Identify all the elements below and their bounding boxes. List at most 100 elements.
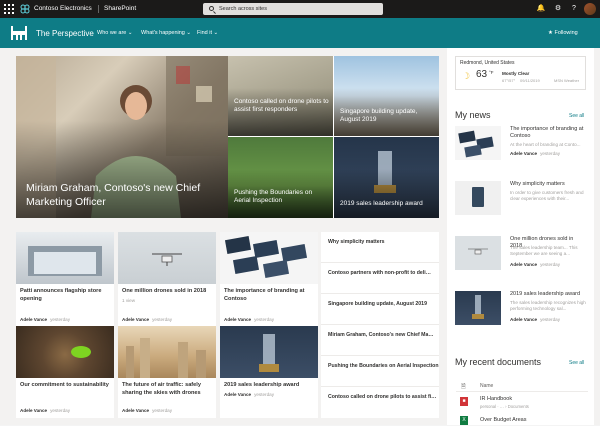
list-item[interactable]: Why simplicity matters [321, 232, 439, 263]
weather-source: MSN Weather [554, 78, 580, 83]
news-card-time: yesterday [50, 408, 70, 413]
my-news-thumb [455, 181, 501, 215]
my-news-item[interactable]: Why simplicity matters In order to give … [455, 181, 586, 229]
pdf-icon: ■ [460, 397, 468, 406]
news-card[interactable]: The importance of branding at Contoso Ad… [220, 232, 318, 326]
news-card-image [220, 232, 318, 284]
suite-divider [98, 5, 99, 13]
author-name: Adele Vance [510, 262, 538, 267]
main-area: Miriam Graham, Contoso's new Chief Marke… [0, 48, 600, 425]
hero-tile-4[interactable]: 2019 sales leadership award [334, 137, 439, 218]
list-item[interactable]: Contoso partners with non-profit to deli… [321, 263, 439, 294]
list-item[interactable]: Pushing the Boundaries on Aerial Inspect… [321, 356, 439, 387]
avatar[interactable] [584, 3, 596, 15]
author-name: Adele Vance [224, 317, 252, 322]
nav-who-we-are[interactable]: Who we are ⌄ [97, 30, 133, 36]
nav-whats-happening[interactable]: What's happening ⌄ [141, 30, 191, 36]
news-card[interactable]: The future of air traffic: safely sharin… [118, 326, 216, 418]
weather-unit: °F [489, 70, 494, 75]
hero-tile-2[interactable]: Singapore building update, August 2019 [334, 56, 439, 136]
doc-row[interactable]: X Over Budget Areas [456, 414, 588, 426]
app-launcher-icon[interactable] [4, 4, 14, 14]
news-card[interactable]: 2019 sales leadership award Adele Vance y… [220, 326, 318, 418]
hero-tile-1[interactable]: Contoso called on drone pilots to assist… [228, 56, 333, 136]
news-card-image [16, 232, 114, 284]
news-card-author: Adele Vance yesterday [224, 317, 274, 322]
my-news-item[interactable]: 2019 sales leadership award The sales le… [455, 291, 586, 339]
list-item-title: Singapore building update, August 2019 [328, 301, 427, 307]
news-card-title: The importance of branding at Contoso [224, 288, 305, 302]
hero-main-tile[interactable]: Miriam Graham, Contoso's new Chief Marke… [16, 56, 228, 218]
hero-tile-title: Contoso called on drone pilots to assist… [234, 98, 329, 114]
headlines-list: Why simplicity matters Contoso partners … [321, 232, 439, 418]
search-box[interactable]: Search across sites [203, 3, 383, 15]
doc-row[interactable]: ■ IR Handbook personal · … › Documents [456, 394, 588, 412]
recent-docs-see-all[interactable]: See all [569, 360, 584, 366]
author-name: Adele Vance [20, 317, 48, 322]
my-news-thumb [455, 291, 501, 325]
my-news-author: Adele Vance yesterday [510, 262, 560, 267]
hero-overlay [228, 56, 333, 136]
list-item-title: Contoso called on drone pilots to assist… [328, 394, 437, 400]
site-header: The Perspective Who we are ⌄ What's happ… [0, 18, 600, 48]
my-news-author: Adele Vance yesterday [510, 317, 560, 322]
news-card[interactable]: Patti announces flagship store opening A… [16, 232, 114, 326]
doc-name: IR Handbook [480, 396, 513, 402]
nav-label: What's happening [141, 30, 185, 36]
follow-button[interactable]: ★ Following [548, 30, 578, 36]
nav-find-it[interactable]: Find it ⌄ [197, 30, 218, 36]
weather-location: Redmond, United States [460, 60, 515, 66]
doc-meta: personal · … › Documents [480, 404, 529, 409]
news-card-title: 2019 sales leadership award [224, 382, 300, 388]
news-card-author: Adele Vance yesterday [122, 408, 172, 413]
news-card-title: Our commitment to sustainability [20, 382, 109, 388]
hero-tile-title: Pushing the Boundaries on Aerial Inspect… [234, 189, 313, 205]
hero-tile-3[interactable]: Pushing the Boundaries on Aerial Inspect… [228, 137, 333, 218]
my-news-summary: At the heart of branding at Conto... [510, 142, 581, 147]
suite-bar: Contoso Electronics SharePoint Search ac… [0, 0, 600, 18]
help-icon[interactable]: ? [569, 4, 579, 14]
search-placeholder: Search across sites [219, 6, 267, 12]
site-title[interactable]: The Perspective [36, 29, 94, 38]
news-card-author: Adele Vance yesterday [224, 392, 274, 397]
star-icon: ★ [548, 30, 553, 36]
my-news-item[interactable]: The importance of branding at Contoso At… [455, 126, 586, 174]
author-name: Adele Vance [510, 151, 538, 156]
news-card-image [118, 326, 216, 378]
my-news-title: 2019 sales leadership award [510, 291, 581, 297]
weather-widget[interactable]: Redmond, United States ☽ 63 °F Mostly Cl… [455, 56, 586, 90]
list-item[interactable]: Miriam Graham, Contoso's new Chief Ma… [321, 325, 439, 356]
my-news-thumb [455, 236, 501, 270]
weather-temp: 63 [476, 69, 488, 80]
brand-name[interactable]: Contoso Electronics [34, 5, 92, 12]
my-news-item[interactable]: One million drones sold in 2018 The sale… [455, 236, 586, 284]
weather-date: 09/11/2019 [520, 78, 540, 83]
my-news-thumb [455, 126, 501, 160]
hero-section: Miriam Graham, Contoso's new Chief Marke… [16, 56, 439, 218]
news-card[interactable]: Our commitment to sustainability Adele V… [16, 326, 114, 418]
hero-tile-title: 2019 sales leadership award [340, 200, 423, 207]
news-card-image [16, 326, 114, 378]
my-news-see-all[interactable]: See all [569, 113, 584, 119]
column-name[interactable]: Name [480, 383, 493, 389]
author-name: Adele Vance [20, 408, 48, 413]
list-item-title: Pushing the Boundaries on Aerial Inspect… [328, 363, 439, 369]
weather-range: 67°/57° [502, 78, 516, 83]
my-news-heading: My news [455, 110, 491, 120]
list-item[interactable]: Singapore building update, August 2019 [321, 294, 439, 325]
news-card-time: yesterday [254, 317, 274, 322]
my-news-title: The importance of branding at Contoso [510, 126, 584, 140]
news-card-author: Adele Vance yesterday [20, 408, 70, 413]
my-news-time: yesterday [540, 262, 560, 267]
bell-icon[interactable]: 🔔 [536, 4, 546, 14]
news-card[interactable]: One million drones sold in 2018 1 view A… [118, 232, 216, 326]
gear-icon[interactable]: ⚙ [553, 4, 563, 14]
doc-list-header: 🗎 Name [456, 380, 588, 392]
app-name[interactable]: SharePoint [104, 5, 136, 12]
list-item[interactable]: Contoso called on drone pilots to assist… [321, 387, 439, 418]
my-news-author: Adele Vance yesterday [510, 151, 560, 156]
contoso-logo-icon [20, 4, 30, 14]
list-item-title: Contoso partners with non-profit to deli… [328, 270, 431, 276]
search-icon [209, 6, 214, 11]
news-card-time: yesterday [50, 317, 70, 322]
